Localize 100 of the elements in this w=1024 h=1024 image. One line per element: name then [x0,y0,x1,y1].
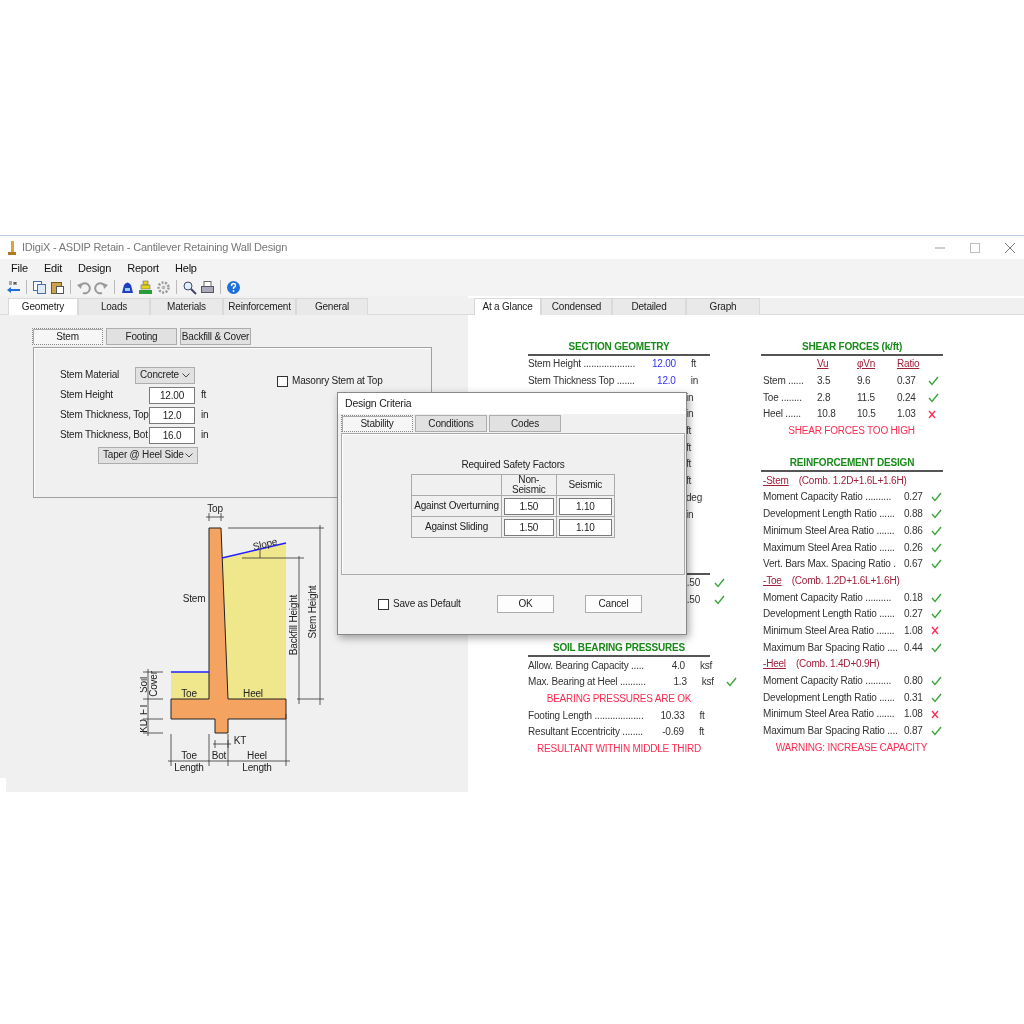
section-heading: SHEAR FORCES (k/ft) [761,340,943,356]
field-label: Stem Height [60,389,114,401]
close-icon[interactable] [1005,242,1015,253]
stack-icon[interactable] [138,279,153,295]
value-text: 0.87 [904,725,924,738]
value-text: 1.08 [904,624,924,637]
row-label: Stem Height .................... [528,358,635,371]
row-label: Vert. Bars Max. Spacing Ratio . [763,558,897,571]
table-caption: Required Safety Factors [460,459,566,471]
region-label: Stem [182,592,206,604]
value-text: 0.27 [904,491,924,504]
status-message: SHEAR FORCES TOO HIGH [787,425,916,438]
value-text: 12.00 [650,358,676,371]
value-text: 0.44 [904,641,924,654]
value-text: 0.80 [904,675,924,688]
group-combination: (Comb. 1.4D+0.9H) [795,658,880,671]
tab[interactable]: Detailed [612,298,686,315]
region-label: Heel [243,687,263,699]
menu-item[interactable]: Help [169,261,202,276]
table-cell-text: 0.24 [897,391,917,404]
checkbox[interactable] [277,375,288,387]
tab[interactable]: General [296,298,368,315]
input-field[interactable]: 16.0 [149,426,195,444]
group-name: -Stem [763,474,789,487]
tab[interactable]: Footing [106,328,177,345]
row-label: Footing Length ................... [528,709,644,722]
value-text: 1.3 [672,676,687,689]
clipboard-icon[interactable] [50,279,65,295]
tab[interactable]: Reinforcement [223,298,296,315]
tab[interactable]: At a Glance [474,298,541,315]
tab[interactable]: Geometry [8,298,78,315]
input-field[interactable]: 1.10 [558,518,612,536]
value-text: 0.67 [904,558,924,571]
material-dropdown[interactable]: Concrete [135,366,195,384]
table-cell-text: 0.37 [897,375,917,388]
gear-icon[interactable] [156,279,171,295]
group-name: -Heel [763,658,786,671]
tab[interactable]: Materials [150,298,223,315]
input-field[interactable]: 1.50 [503,518,554,536]
dimension-label: KD [140,719,149,733]
menu-item[interactable]: Report [122,261,164,276]
unit-label: in [201,429,209,441]
table-cell-text: 11.5 [857,391,876,404]
menu-item[interactable]: Edit [38,261,68,276]
section-heading: SOIL BEARING PRESSURES [528,641,710,658]
table-cell-text: 2.8 [817,391,832,404]
tab[interactable]: Backfill & Cover [180,328,251,345]
help-icon[interactable] [226,279,241,295]
redo-icon[interactable] [94,279,109,295]
taper-dropdown[interactable]: Taper @ Heel Side [98,446,198,464]
status-message: WARNING: INCREASE CAPACITY [774,741,929,754]
row-label: Against Overturning [411,495,502,517]
dimension-label: Length [242,761,272,773]
row-label: Stem ...... [763,375,805,388]
ok-button[interactable]: OK [497,595,554,613]
row-label: Maximum Bar Spacing Ratio .... [763,641,899,654]
unit-label: in [686,508,695,521]
cancel-button[interactable]: Cancel [585,595,642,613]
undo-icon[interactable] [76,279,91,295]
row-label: Toe ........ [763,391,803,404]
value-text: 0.27 [904,608,924,621]
checkbox-label: Masonry Stem at Top [292,375,383,387]
input-field[interactable]: 1.50 [503,497,554,515]
dimension-label: Bot [211,749,227,761]
column-header: φVn [857,358,876,370]
dimension-label: Top [207,502,223,514]
region-label: Toe [181,687,197,699]
group-combination: (Comb. 1.2D+1.6L+1.6H) [791,574,900,587]
dimension-label: Stem Height [306,585,318,639]
unit-label: ksf [699,659,714,672]
tab[interactable]: Stability [341,415,413,432]
input-field[interactable]: 12.00 [149,386,195,404]
search-icon[interactable] [182,279,197,295]
row-label: Against Sliding [411,516,502,538]
table-cell-text: 3.5 [817,375,832,388]
row-label: Minimum Steel Area Ratio ....... [763,624,896,637]
printer-icon[interactable] [200,279,215,295]
tab[interactable]: Graph [686,298,760,315]
tab[interactable]: Loads [78,298,150,315]
input-field[interactable]: 12.0 [149,406,195,424]
tab[interactable]: Conditions [415,415,487,432]
value-text: 0.86 [904,524,924,537]
field-label: Stem Material [60,369,121,381]
row-label: Minimum Steel Area Ratio ....... [763,708,896,721]
tab[interactable]: Stem [32,328,103,345]
tab[interactable]: Codes [489,415,561,432]
value-text: 10.33 [659,709,685,722]
dialog-title: Design Criteria [338,393,686,414]
menu-item[interactable]: Design [73,261,117,276]
unit-label: ft [691,358,698,371]
dimension-label: Length [174,761,204,773]
copy-icon[interactable] [32,279,47,295]
field-label: Stem Thickness, Top [60,409,149,421]
tab[interactable]: Condensed [541,298,612,315]
menu-item[interactable]: File [6,261,33,276]
checkbox[interactable] [378,598,389,610]
input-field[interactable]: 1.10 [558,497,612,515]
dimension-label: Backfill Height [287,594,299,656]
arrow-icon[interactable] [6,279,21,295]
row-label: Maximum Steel Area Ratio ...... [763,541,896,554]
